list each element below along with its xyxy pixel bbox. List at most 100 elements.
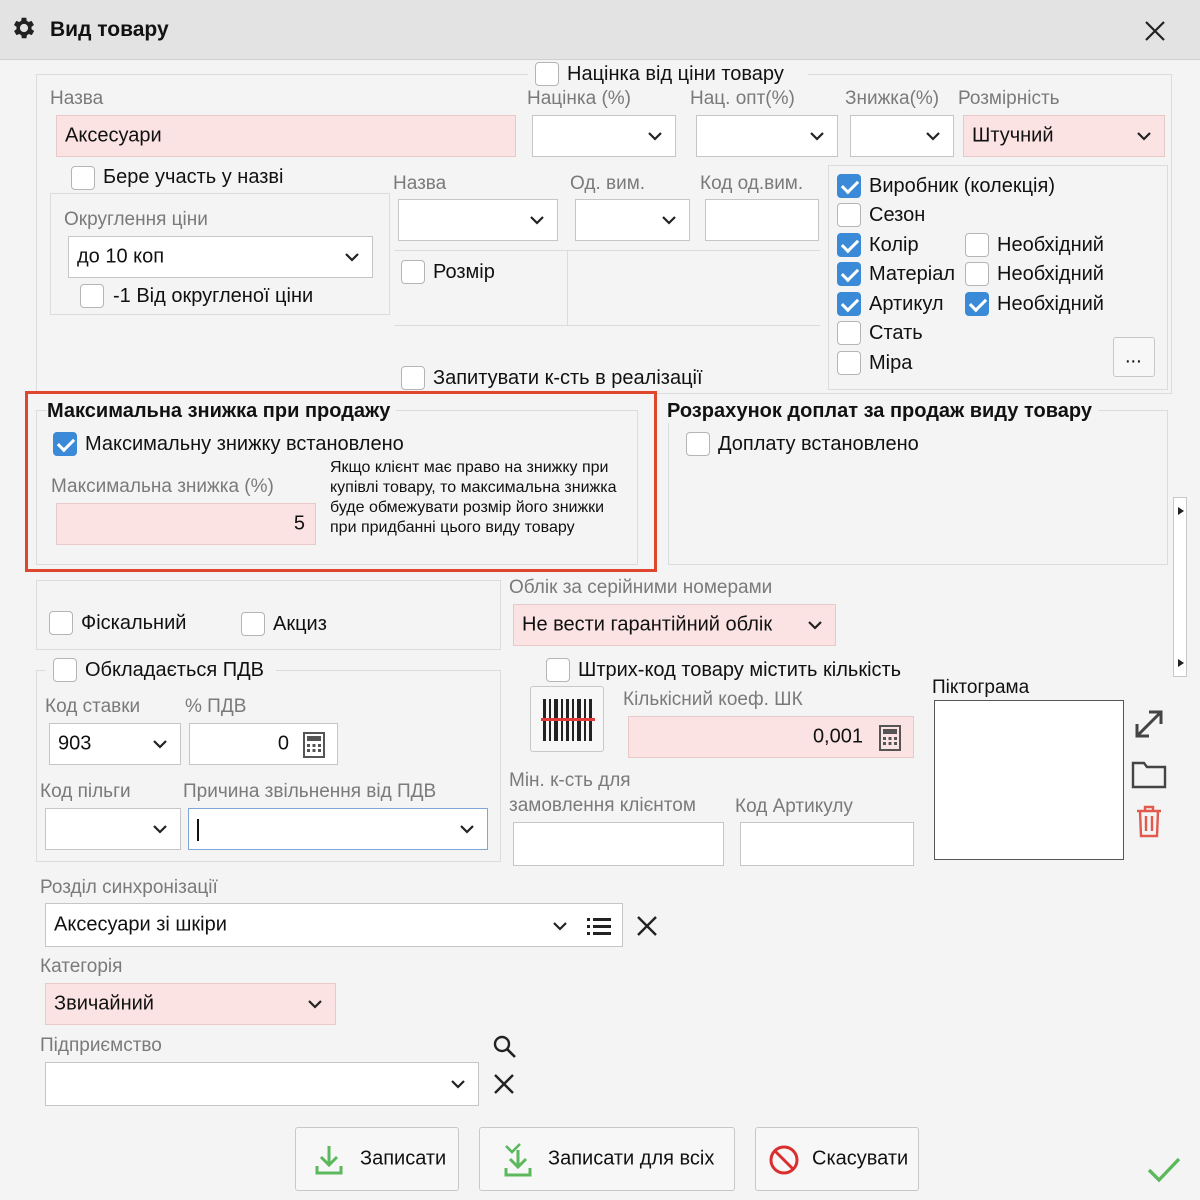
vat-percent-input[interactable]: 0 — [189, 723, 338, 765]
participates-in-name-label: Бере участь у назві — [103, 166, 284, 188]
scrollbar[interactable] — [1173, 497, 1187, 677]
chevron-down-icon — [460, 825, 474, 834]
surcharge-set-checkbox[interactable] — [686, 432, 710, 456]
chevron-down-icon — [662, 216, 676, 225]
pictogram-label: Піктограма — [932, 677, 1030, 698]
ask-quantity-checkbox[interactable] — [401, 366, 425, 390]
barcode-button[interactable] — [530, 686, 604, 752]
chevron-down-icon — [153, 825, 167, 834]
enterprise-label: Підприємство — [40, 1035, 162, 1056]
fiscal-checkbox[interactable] — [49, 611, 73, 635]
dimension-select[interactable]: Штучний — [963, 115, 1165, 157]
attr-season-checkbox[interactable] — [837, 203, 861, 227]
markup-from-price-checkbox[interactable] — [535, 62, 559, 86]
discount-label: Знижка(%) — [845, 88, 940, 109]
calculator-icon[interactable] — [879, 725, 901, 751]
dimension-value: Штучний — [972, 124, 1054, 147]
sync-value: Аксесуари зі шкіри — [54, 913, 227, 936]
max-discount-set-label: Максимальну знижку встановлено — [85, 433, 404, 455]
vat-taxed-checkbox[interactable] — [53, 658, 77, 682]
attr-article-required-checkbox[interactable] — [965, 292, 989, 316]
chevron-down-icon[interactable] — [552, 921, 568, 931]
trash-icon[interactable] — [1134, 803, 1164, 839]
excise-checkbox[interactable] — [241, 612, 265, 636]
checkmark-icon — [1147, 1157, 1181, 1183]
expand-icon[interactable] — [1131, 706, 1167, 742]
attr-measure-label: Міра — [869, 352, 913, 374]
attr-color-label: Колір — [869, 234, 919, 256]
attr-material-label: Матеріал — [869, 263, 955, 285]
unit-measure-select[interactable] — [575, 199, 690, 241]
markup-from-price-label: Націнка від ціни товару — [567, 63, 784, 85]
category-select[interactable]: Звичайний — [45, 983, 336, 1025]
participates-in-name-checkbox[interactable] — [71, 166, 95, 190]
markup-select[interactable] — [532, 115, 676, 157]
attr-article-required-label: Необхідний — [997, 293, 1104, 315]
attr-color-checkbox[interactable] — [837, 233, 861, 257]
attr-measure-checkbox[interactable] — [837, 351, 861, 375]
attr-manufacturer-label: Виробник (колекція) — [869, 175, 1055, 197]
clear-icon[interactable] — [491, 1071, 517, 1097]
attr-article-checkbox[interactable] — [837, 292, 861, 316]
attr-gender-label: Стать — [869, 322, 923, 344]
minus-one-rounding-checkbox[interactable] — [80, 284, 104, 308]
attr-color-required-checkbox[interactable] — [965, 233, 989, 257]
cancel-button-label: Скасувати — [812, 1147, 909, 1170]
serial-select[interactable]: Не вести гарантійний облік — [513, 604, 836, 646]
name-input[interactable]: Аксесуари — [56, 115, 516, 157]
clear-icon[interactable] — [634, 913, 660, 939]
serial-value: Не вести гарантійний облік — [522, 613, 773, 636]
benefit-code-select[interactable] — [45, 808, 181, 850]
vat-exempt-reason-select[interactable] — [188, 808, 488, 850]
wholesale-markup-label: Нац. опт(%) — [690, 88, 795, 109]
unit-code-input[interactable] — [705, 199, 819, 241]
save-all-button[interactable]: Записати для всіх — [479, 1127, 735, 1191]
chevron-down-icon — [810, 132, 824, 141]
save-button[interactable]: Записати — [295, 1127, 459, 1191]
more-attributes-label: ... — [1125, 345, 1142, 368]
benefit-code-label: Код пільги — [40, 781, 131, 802]
search-icon[interactable] — [492, 1034, 518, 1060]
surcharge-set-label: Доплату встановлено — [718, 433, 919, 455]
chevron-down-icon — [808, 621, 822, 630]
chevron-down-icon — [308, 1000, 322, 1009]
article-code-input[interactable] — [740, 822, 914, 866]
max-discount-input[interactable]: 5 — [56, 503, 316, 545]
attr-manufacturer-checkbox[interactable] — [837, 174, 861, 198]
barcode-contains-qty-checkbox[interactable] — [546, 658, 570, 682]
fiscal-label: Фіскальний — [81, 612, 187, 634]
attr-gender-checkbox[interactable] — [837, 321, 861, 345]
min-qty-label-1: Мін. к-сть для — [509, 770, 631, 791]
attr-material-required-label: Необхідний — [997, 263, 1104, 285]
close-icon[interactable] — [1138, 14, 1172, 48]
save-all-icon — [504, 1143, 532, 1177]
calculator-icon[interactable] — [303, 732, 325, 758]
vat-rate-code-select[interactable]: 903 — [49, 723, 181, 765]
chevron-down-icon — [153, 740, 167, 749]
attr-material-checkbox[interactable] — [837, 262, 861, 286]
save-all-button-label: Записати для всіх — [548, 1147, 715, 1170]
list-icon[interactable] — [586, 916, 612, 936]
max-discount-note: Якщо клієнт має право на знижку при купі… — [330, 459, 617, 536]
wholesale-markup-select[interactable] — [696, 115, 838, 157]
cancel-button[interactable]: Скасувати — [755, 1127, 919, 1191]
more-attributes-button[interactable]: ... — [1113, 337, 1155, 377]
barcode-coef-value: 0,001 — [812, 725, 863, 748]
discount-select[interactable] — [850, 115, 954, 157]
unit-name-select[interactable] — [398, 199, 558, 241]
sync-label: Розділ синхронізації — [40, 877, 218, 898]
max-discount-set-checkbox[interactable] — [53, 432, 77, 456]
scroll-right-icon — [1178, 507, 1184, 515]
sync-select[interactable]: Аксесуари зі шкіри — [45, 903, 623, 947]
unit-code-label: Код од.вим. — [700, 173, 804, 194]
size-checkbox[interactable] — [401, 260, 425, 284]
barcode-coef-input[interactable]: 0,001 — [628, 716, 914, 758]
folder-icon[interactable] — [1131, 757, 1167, 789]
enterprise-select[interactable] — [45, 1062, 479, 1106]
rounding-select[interactable]: до 10 коп — [68, 236, 373, 278]
min-qty-input[interactable] — [513, 822, 724, 866]
pictogram-box[interactable] — [934, 700, 1124, 860]
attr-material-required-checkbox[interactable] — [965, 262, 989, 286]
window-title: Вид товару — [50, 18, 169, 41]
surcharge-heading: Розрахунок доплат за продаж виду товару — [667, 400, 1098, 423]
